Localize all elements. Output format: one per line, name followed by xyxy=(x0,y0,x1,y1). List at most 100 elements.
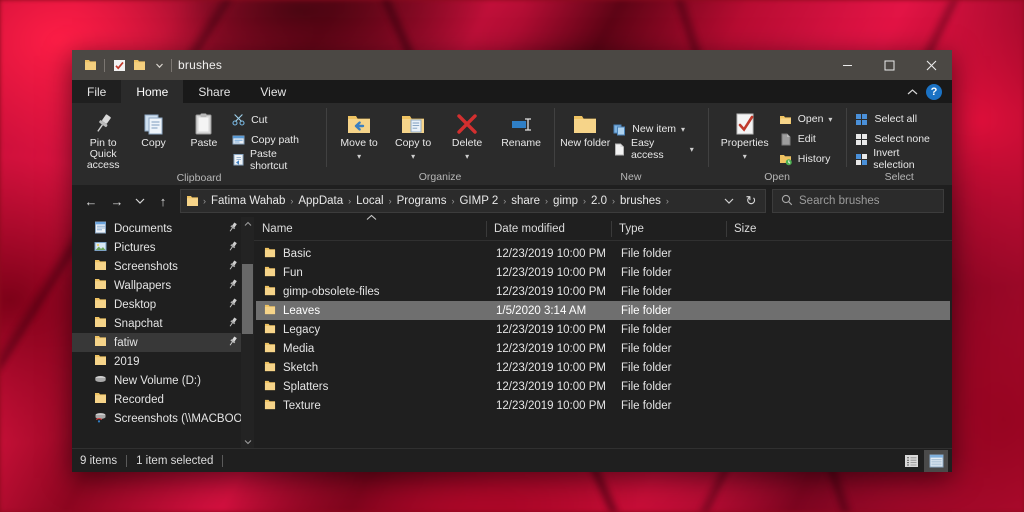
table-row[interactable]: Basic 12/23/2019 10:00 PM File folder xyxy=(256,244,950,263)
qat-new-folder-icon[interactable] xyxy=(129,54,149,76)
pin-icon[interactable] xyxy=(228,221,238,236)
copy-path-button[interactable]: Copy path xyxy=(231,131,316,148)
sidebar-scroll-thumb[interactable] xyxy=(242,264,253,334)
select-all-button[interactable]: Select all xyxy=(854,111,942,128)
copy-to-button[interactable]: Copy to ▾ xyxy=(386,106,440,170)
file-name-cell: gimp-obsolete-files xyxy=(256,285,488,299)
qat-customize-dropdown-icon[interactable] xyxy=(149,54,169,76)
column-header-type[interactable]: Type xyxy=(611,217,726,241)
paste-button[interactable]: Paste xyxy=(179,106,229,171)
sidebar-item-new-volume-d[interactable]: New Volume (D:) xyxy=(72,371,254,390)
qat-properties-icon[interactable] xyxy=(109,54,129,76)
sidebar-item-documents[interactable]: Documents xyxy=(72,219,254,238)
tab-home[interactable]: Home xyxy=(121,80,184,103)
breadcrumb-item-4[interactable]: GIMP 2 xyxy=(456,195,501,207)
delete-button[interactable]: Delete ▾ xyxy=(440,106,494,170)
breadcrumb-item-8[interactable]: brushes xyxy=(617,195,664,207)
select-none-button[interactable]: Select none xyxy=(854,131,942,148)
breadcrumb-item-0[interactable]: Fatima Wahab xyxy=(208,195,288,207)
forward-button[interactable]: → xyxy=(104,189,130,213)
column-header-size[interactable]: Size xyxy=(726,217,791,241)
maximize-button[interactable] xyxy=(868,50,910,80)
sidebar-scroll-up-button[interactable] xyxy=(241,217,254,230)
collapse-ribbon-icon[interactable] xyxy=(907,85,918,99)
properties-button[interactable]: Properties ▾ xyxy=(714,106,776,170)
table-row[interactable]: Texture 12/23/2019 10:00 PM File folder xyxy=(256,396,950,415)
paste-shortcut-button[interactable]: Paste shortcut xyxy=(231,148,316,172)
sidebar-item-desktop[interactable]: Desktop xyxy=(72,295,254,314)
breadcrumb-item-2[interactable]: Local xyxy=(353,195,387,207)
move-to-button[interactable]: Move to ▾ xyxy=(332,106,386,170)
sidebar-item-wallpapers[interactable]: Wallpapers xyxy=(72,276,254,295)
address-dropdown-icon[interactable] xyxy=(719,190,739,212)
table-row[interactable]: Legacy 12/23/2019 10:00 PM File folder xyxy=(256,320,950,339)
details-view-button[interactable] xyxy=(899,450,923,472)
open-button[interactable]: Open ▾ xyxy=(778,111,837,128)
breadcrumb-item-7[interactable]: 2.0 xyxy=(588,195,610,207)
open-caret-icon[interactable]: ▾ xyxy=(828,115,832,124)
sidebar-item-network-screenshots[interactable]: Screenshots (\\MACBOOKA xyxy=(72,409,254,428)
new-item-button[interactable]: New item ▾ xyxy=(612,121,697,138)
copy-button[interactable]: Copy xyxy=(128,106,178,171)
table-row[interactable]: Splatters 12/23/2019 10:00 PM File folde… xyxy=(256,377,950,396)
column-header-date-modified[interactable]: Date modified xyxy=(486,217,611,241)
file-name-label: Sketch xyxy=(283,361,319,374)
invert-selection-button[interactable]: Invert selection xyxy=(854,147,942,171)
copy-to-caret-icon[interactable]: ▾ xyxy=(411,151,415,162)
search-input[interactable]: Search brushes xyxy=(799,195,880,207)
new-item-caret-icon[interactable]: ▾ xyxy=(681,125,685,134)
sidebar-scroll-down-button[interactable] xyxy=(241,435,254,448)
close-button[interactable] xyxy=(910,50,952,80)
back-button[interactable]: ← xyxy=(78,189,104,213)
move-to-icon xyxy=(346,110,372,136)
history-button[interactable]: History xyxy=(778,151,837,168)
new-folder-button[interactable]: New folder xyxy=(560,106,610,170)
sidebar-item-recorded[interactable]: Recorded xyxy=(72,390,254,409)
pin-icon[interactable] xyxy=(228,335,238,350)
help-button[interactable]: ? xyxy=(926,83,942,100)
cut-button[interactable]: Cut xyxy=(231,111,316,128)
easy-access-button[interactable]: Easy access ▾ xyxy=(612,137,697,161)
pin-icon[interactable] xyxy=(228,240,238,255)
tab-share[interactable]: Share xyxy=(183,80,245,103)
minimize-button[interactable] xyxy=(826,50,868,80)
pin-icon[interactable] xyxy=(228,297,238,312)
sidebar-item-2019[interactable]: 2019 xyxy=(72,352,254,371)
large-icons-view-button[interactable] xyxy=(924,449,948,472)
up-button[interactable]: ↑ xyxy=(150,189,176,213)
column-header-name[interactable]: Name xyxy=(254,214,486,241)
search-box[interactable]: Search brushes xyxy=(772,189,944,213)
pin-icon[interactable] xyxy=(228,278,238,293)
table-row[interactable]: Leaves 1/5/2020 3:14 AM File folder xyxy=(256,301,950,320)
table-row[interactable]: Media 12/23/2019 10:00 PM File folder xyxy=(256,339,950,358)
sidebar-item-screenshots[interactable]: Screenshots xyxy=(72,257,254,276)
tab-view[interactable]: View xyxy=(245,80,301,103)
table-row[interactable]: Fun 12/23/2019 10:00 PM File folder xyxy=(256,263,950,282)
title-bar[interactable]: brushes xyxy=(72,50,952,80)
breadcrumb-item-5[interactable]: share xyxy=(508,195,543,207)
recent-locations-button[interactable] xyxy=(130,189,150,213)
pin-to-quick-access-button[interactable]: Pin to Quick access xyxy=(78,106,128,171)
easy-access-caret-icon[interactable]: ▾ xyxy=(690,145,694,154)
sidebar-item-snapchat[interactable]: Snapchat xyxy=(72,314,254,333)
refresh-button[interactable]: ↻ xyxy=(739,190,763,212)
tab-file[interactable]: File xyxy=(72,80,122,103)
pin-icon[interactable] xyxy=(228,259,238,274)
sidebar-scroll-track[interactable] xyxy=(241,230,254,435)
table-row[interactable]: gimp-obsolete-files 12/23/2019 10:00 PM … xyxy=(256,282,950,301)
breadcrumb-item-1[interactable]: AppData xyxy=(295,195,346,207)
qat-folder-icon[interactable] xyxy=(80,54,100,76)
table-row[interactable]: Sketch 12/23/2019 10:00 PM File folder xyxy=(256,358,950,377)
delete-caret-icon[interactable]: ▾ xyxy=(465,151,469,162)
sidebar-item-pictures[interactable]: Pictures xyxy=(72,238,254,257)
rename-button[interactable]: Rename xyxy=(494,106,548,170)
breadcrumb-item-6[interactable]: gimp xyxy=(550,195,581,207)
pin-icon[interactable] xyxy=(228,316,238,331)
edit-button[interactable]: Edit xyxy=(778,131,837,148)
move-to-caret-icon[interactable]: ▾ xyxy=(357,151,361,162)
breadcrumb-item-3[interactable]: Programs xyxy=(394,195,450,207)
address-bar[interactable]: › Fatima Wahab › AppData › Local › Progr… xyxy=(180,189,766,213)
sidebar-scrollbar[interactable] xyxy=(241,217,254,448)
properties-caret-icon[interactable]: ▾ xyxy=(743,151,747,162)
sidebar-item-fatiw[interactable]: fatiw xyxy=(72,333,254,352)
